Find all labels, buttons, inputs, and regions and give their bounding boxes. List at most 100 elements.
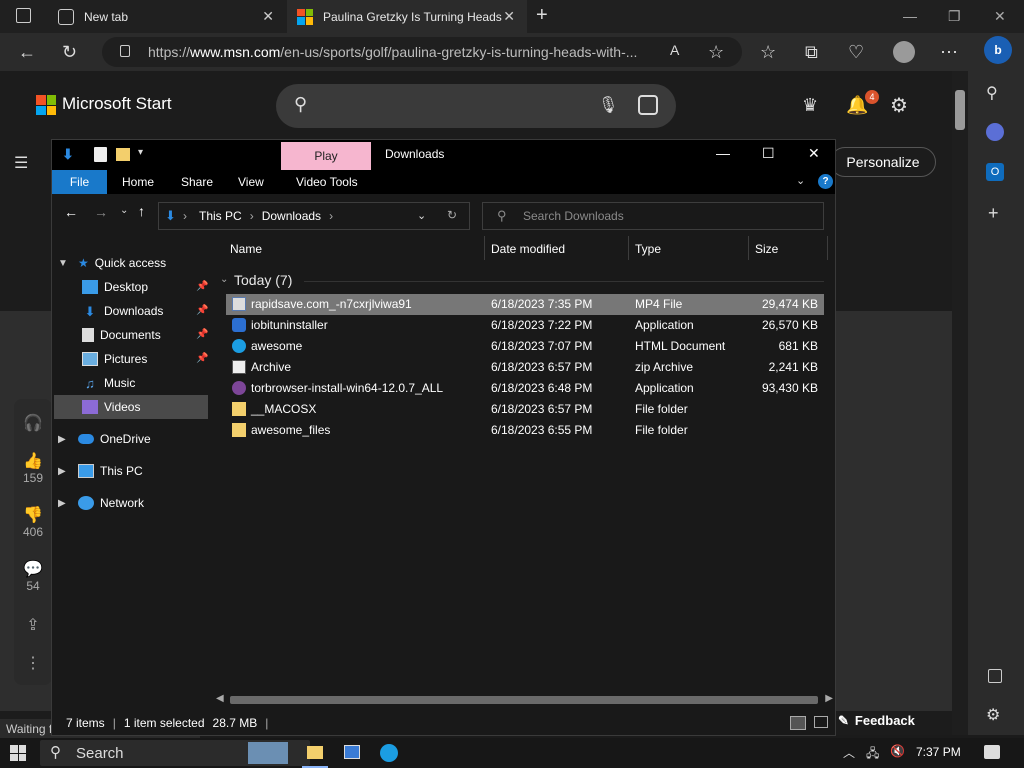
add-icon[interactable]: + (988, 203, 999, 224)
page-scrollbar-thumb[interactable] (955, 90, 965, 130)
breadcrumb[interactable]: ⬇ › This PC › Downloads › ⌄ ↻ (158, 202, 470, 230)
close-icon[interactable]: ✕ (808, 145, 820, 162)
column-divider[interactable] (484, 236, 485, 260)
expand-ribbon-icon[interactable]: ⌄ (796, 174, 805, 187)
nav-music[interactable]: ♫ Music (82, 371, 135, 395)
nav-quick-access[interactable]: ▼ ★ Quick access (58, 251, 166, 275)
up-icon[interactable]: ↑ (138, 203, 145, 219)
nav-documents[interactable]: Documents (82, 323, 161, 347)
breadcrumb-this-pc[interactable]: This PC (199, 209, 242, 223)
address-bar[interactable]: https://www.msn.com/en-us/sports/golf/pa… (102, 37, 742, 67)
brand-title[interactable]: Microsoft Start (62, 94, 172, 114)
column-date-modified[interactable]: Date modified (491, 242, 565, 256)
tab-actions-icon[interactable] (16, 8, 31, 23)
photos-taskbar-icon[interactable] (344, 745, 360, 759)
more-options-icon[interactable]: ⋮ (14, 653, 52, 673)
close-window-icon[interactable]: ✕ (994, 8, 1006, 25)
listen-icon[interactable]: 🎧 (14, 413, 52, 433)
column-name[interactable]: Name (230, 242, 262, 256)
edge-taskbar-icon[interactable] (380, 744, 398, 762)
ribbon-tab-home[interactable]: Home (108, 170, 168, 194)
microphone-icon[interactable]: 🎙 (598, 95, 618, 115)
dislike-icon[interactable]: 👎 (14, 505, 52, 525)
menu-hamburger-icon[interactable]: ☰ (14, 153, 28, 173)
collections-icon[interactable]: ⧉ (805, 42, 818, 63)
scroll-left-icon[interactable]: ◀ (216, 693, 224, 704)
settings-gear-icon[interactable]: ⚙ (890, 93, 908, 118)
visual-search-icon[interactable] (638, 95, 658, 115)
back-icon[interactable]: ← (64, 204, 78, 220)
rewards-icon[interactable]: ♛ (802, 95, 818, 116)
file-row[interactable]: __MACOSX 6/18/2023 6:57 PM File folder (226, 399, 824, 420)
personalize-button[interactable]: Personalize (830, 147, 936, 177)
new-folder-icon[interactable] (116, 148, 130, 161)
ribbon-tab-video-tools[interactable]: Video Tools (282, 170, 372, 194)
windows-start-icon[interactable] (10, 745, 26, 761)
nav-this-pc[interactable]: ▶ This PC (58, 459, 143, 483)
file-explorer-taskbar-icon[interactable] (302, 738, 328, 768)
restore-icon[interactable]: ❐ (948, 8, 961, 25)
ribbon-tab-share[interactable]: Share (167, 170, 227, 194)
read-aloud-icon[interactable]: A (670, 42, 679, 58)
nav-downloads[interactable]: ⬇ Downloads (82, 299, 164, 323)
nav-desktop[interactable]: Desktop (82, 275, 148, 299)
show-hidden-icons-icon[interactable]: ︿ (843, 744, 855, 761)
copilot-icon[interactable] (986, 123, 1004, 141)
taskbar-search-box[interactable]: ⚲ Search (40, 740, 310, 766)
bing-chat-icon[interactable]: b (984, 36, 1012, 64)
breadcrumb-downloads[interactable]: Downloads (262, 209, 321, 223)
like-icon[interactable]: 👍 (14, 451, 52, 471)
recent-locations-icon[interactable]: ⌄ (120, 205, 128, 216)
tab-new-tab[interactable]: New tab ✕ (48, 0, 286, 33)
file-row[interactable]: iobituninstaller 6/18/2023 7:22 PM Applica… (226, 315, 824, 336)
file-row[interactable]: awesome_files 6/18/2023 6:55 PM File folde… (226, 420, 824, 441)
scroll-right-icon[interactable]: ▶ (825, 693, 833, 704)
nav-pictures[interactable]: Pictures (82, 347, 147, 371)
ribbon-tab-file[interactable]: File (52, 170, 107, 194)
file-row[interactable]: rapidsave.com_-n7cxrjlviwa91 6/18/2023 7:… (226, 294, 824, 315)
maximize-icon[interactable]: ☐ (762, 145, 775, 162)
more-icon[interactable]: ⋯ (940, 42, 958, 63)
comment-icon[interactable]: 💬 (14, 559, 52, 579)
search-downloads-input[interactable]: ⚲ Search Downloads (482, 202, 824, 230)
address-dropdown-icon[interactable]: ⌄ (417, 209, 426, 222)
help-icon[interactable]: ? (818, 174, 833, 189)
new-tab-button[interactable]: + (536, 4, 548, 27)
notification-center-icon[interactable] (984, 745, 1000, 759)
page-scrollbar[interactable] (952, 71, 968, 735)
feedback-button[interactable]: ✎ Feedback (838, 713, 915, 729)
nav-videos[interactable]: Videos (82, 395, 140, 419)
details-view-icon[interactable] (790, 716, 806, 730)
ribbon-tab-view[interactable]: View (224, 170, 278, 194)
close-icon[interactable]: ✕ (262, 8, 274, 25)
column-type[interactable]: Type (635, 242, 661, 256)
column-divider[interactable] (827, 236, 828, 260)
favorite-star-icon[interactable]: ☆ (708, 42, 724, 63)
horizontal-scrollbar-thumb[interactable] (230, 696, 818, 704)
nav-onedrive[interactable]: ▶ OneDrive (58, 427, 151, 451)
quick-access-toolbar-dropdown-icon[interactable]: ▾ (138, 147, 143, 158)
refresh-icon[interactable]: ↻ (62, 42, 77, 63)
contextual-tab-play[interactable]: Play (281, 142, 371, 170)
close-icon[interactable]: ✕ (503, 8, 515, 25)
column-divider[interactable] (748, 236, 749, 260)
refresh-icon[interactable]: ↻ (447, 208, 457, 222)
column-size[interactable]: Size (755, 242, 778, 256)
settings-icon[interactable]: ⚙ (986, 705, 1000, 725)
horizontal-scrollbar[interactable]: ◀ ▶ (214, 692, 835, 708)
file-row[interactable]: awesome 6/18/2023 7:07 PM HTML Document 681… (226, 336, 824, 357)
minimize-icon[interactable]: — (716, 145, 730, 161)
share-icon[interactable]: ⇪ (14, 615, 52, 635)
file-row[interactable]: torbrowser-install-win64-12.0.7_ALL 6/18/… (226, 378, 824, 399)
network-tray-icon[interactable]: 🖧 (866, 744, 879, 765)
profile-avatar[interactable] (893, 41, 915, 63)
large-icons-view-icon[interactable] (814, 716, 828, 728)
taskbar-clock[interactable]: 7:37 PM (916, 745, 961, 759)
forward-icon[interactable]: → (94, 204, 108, 220)
nav-network[interactable]: ▶ Network (58, 491, 144, 515)
sidebar-layout-icon[interactable] (988, 669, 1002, 683)
file-row[interactable]: Archive 6/18/2023 6:57 PM zip Archive 2,241… (226, 357, 824, 378)
tab-msn-article[interactable]: Paulina Gretzky Is Turning Heads ✕ (287, 0, 527, 33)
volume-muted-icon[interactable]: 🔇 (890, 744, 905, 758)
browser-essentials-icon[interactable]: ♡ (848, 42, 864, 63)
